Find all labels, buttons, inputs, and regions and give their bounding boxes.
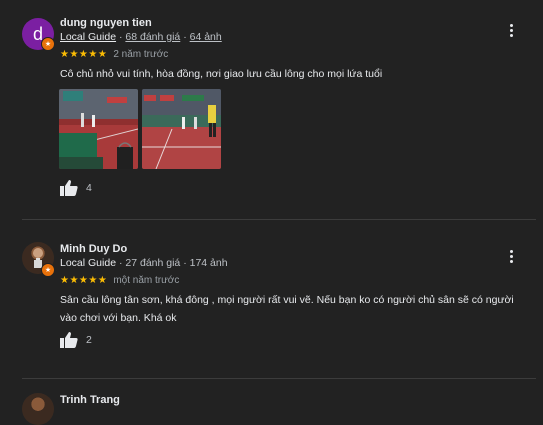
like-count: 4 xyxy=(86,182,92,194)
review-photo[interactable] xyxy=(59,89,138,169)
review-time: một năm trước xyxy=(113,275,180,286)
meta-separator: · xyxy=(118,31,123,43)
court-photo-icon xyxy=(59,89,138,169)
review-card: Trinh Trang xyxy=(0,380,543,425)
review-photo[interactable] xyxy=(142,89,221,169)
review-card: d ★ dung nguyen tien Local Guide · 68 đá… xyxy=(0,0,543,220)
more-options-button[interactable] xyxy=(503,20,519,40)
rating-row: ★★★★★ một năm trước xyxy=(60,275,179,286)
photo-count[interactable]: 64 ảnh xyxy=(190,31,222,43)
rating-row: ★★★★★ 2 năm trước xyxy=(60,49,168,60)
meta-separator: · xyxy=(183,31,187,43)
review-card: ★ Minh Duy Do Local Guide · 27 đánh giá … xyxy=(0,220,543,380)
star-rating: ★★★★★ xyxy=(60,275,108,286)
photo-count[interactable]: 174 ảnh xyxy=(190,257,228,269)
like-button[interactable]: 2 xyxy=(60,332,92,348)
local-guide-badge-icon: ★ xyxy=(41,263,55,277)
review-divider xyxy=(22,378,536,379)
thumbs-up-icon xyxy=(60,180,78,196)
reviewer-name[interactable]: Minh Duy Do xyxy=(60,243,127,255)
local-guide-label[interactable]: Local Guide xyxy=(60,31,116,43)
like-count: 2 xyxy=(86,334,92,346)
review-text: Cô chủ nhỏ vui tính, hòa đồng, nơi giao … xyxy=(60,68,383,80)
review-text: Sân cầu lông tân sơn, khá đông , mọi ngư… xyxy=(60,294,514,324)
thumbs-up-icon xyxy=(60,332,78,348)
reviewer-name[interactable]: Trinh Trang xyxy=(60,394,120,406)
review-count[interactable]: 68 đánh giá xyxy=(125,31,180,43)
reviewer-meta: Local Guide · 68 đánh giá · 64 ảnh xyxy=(60,31,222,43)
review-count[interactable]: 27 đánh giá xyxy=(125,257,180,269)
reviewer-meta: Local Guide · 27 đánh giá · 174 ảnh xyxy=(60,257,228,269)
review-time: 2 năm trước xyxy=(113,49,169,60)
local-guide-label[interactable]: Local Guide xyxy=(60,257,116,269)
avatar[interactable] xyxy=(22,393,54,425)
reviewer-name[interactable]: dung nguyen tien xyxy=(60,17,152,29)
meta-separator: · xyxy=(183,257,187,269)
more-options-button[interactable] xyxy=(503,246,519,266)
court-photo-icon xyxy=(142,89,221,169)
local-guide-badge-icon: ★ xyxy=(41,37,55,51)
meta-separator: · xyxy=(118,257,123,269)
star-rating: ★★★★★ xyxy=(60,49,108,60)
like-button[interactable]: 4 xyxy=(60,180,92,196)
